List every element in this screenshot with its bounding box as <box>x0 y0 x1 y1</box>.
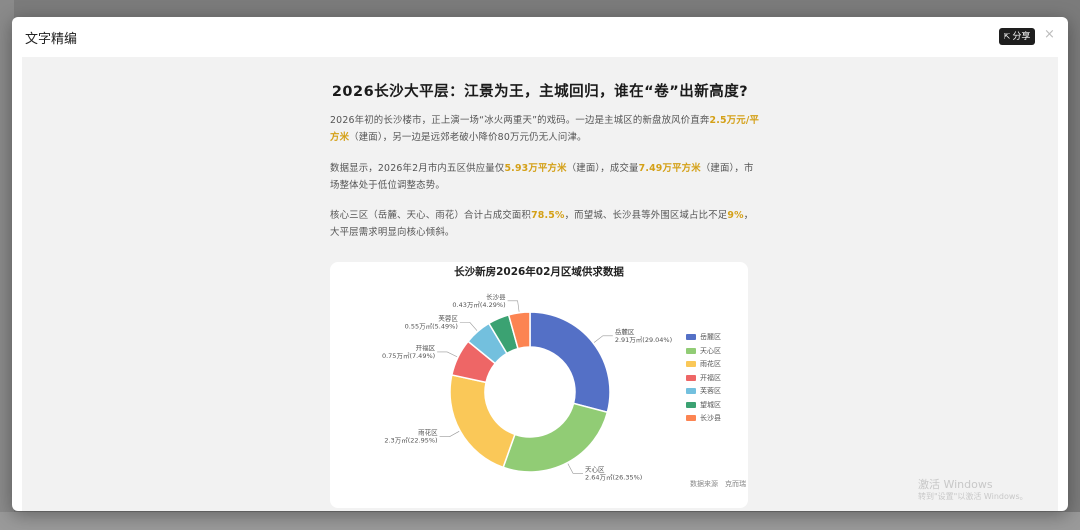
legend-swatch-6 <box>686 401 696 408</box>
p2-text-2: （建面），成交量 <box>566 163 639 174</box>
label-leader-3 <box>439 431 460 437</box>
legend-item-4[interactable]: 开福区 <box>686 373 721 387</box>
background-bottom <box>0 512 1080 530</box>
legend-item-7[interactable]: 长沙县 <box>686 413 721 427</box>
modal-title: 文字精编 <box>25 32 78 47</box>
slice-label-value-1: 2.91万㎡(29.04%) <box>615 335 672 344</box>
label-leader-2 <box>567 463 584 474</box>
p2-highlight-2: 7.49万平方米 <box>638 163 701 174</box>
slice-label-value-4: 0.75万㎡(7.49%) <box>382 351 435 360</box>
legend-swatch-2 <box>686 347 696 354</box>
donut-slice-2[interactable] <box>502 402 609 473</box>
p2-highlight-1: 5.93万平方米 <box>504 163 567 174</box>
share-icon: ⇱ <box>1003 32 1011 41</box>
p1-text-2: （建面），另一边是远郊老破小降价80万元仍无人问津。 <box>349 132 587 143</box>
legend-label-2: 天心区 <box>700 346 721 355</box>
p2-text-1: 数据显示，2026年2月市内五区供应量仅 <box>330 163 505 174</box>
p3-text-1: 核心三区（岳麓、天心、雨花）合计占成交面积 <box>330 210 532 221</box>
legend-label-5: 芙蓉区 <box>700 387 721 395</box>
slice-label-value-2: 2.64万㎡(26.35%) <box>585 472 642 481</box>
chart-brand: 克而瑞 <box>725 480 746 488</box>
windows-activation-hint: 转到"设置"以激活 Windows。 <box>918 492 1028 501</box>
label-leader-7 <box>507 300 520 312</box>
close-button[interactable]: × <box>1044 27 1055 42</box>
donut-slice-1[interactable] <box>529 311 611 414</box>
p1-text-1: 2026年初的长沙楼市，正上演一场“冰火两重天”的戏码。一边是主城区的新盘放风价… <box>330 115 710 126</box>
legend-swatch-1 <box>686 334 696 340</box>
legend-label-3: 雨花区 <box>700 360 721 368</box>
legend-label-4: 开福区 <box>700 373 721 382</box>
chart-source: 数据来源 <box>690 480 718 488</box>
legend-item-5[interactable]: 芙蓉区 <box>686 386 721 400</box>
slice-label-name-3: 雨花区 <box>418 428 438 437</box>
legend-label-1: 岳麓区 <box>700 333 721 341</box>
slice-label-name-1: 岳麓区 <box>615 327 635 336</box>
slice-label-name-7: 长沙县 <box>486 292 506 301</box>
windows-activation-watermark: 激活 Windows <box>918 478 993 491</box>
slice-label-name-5: 芙蓉区 <box>438 313 458 322</box>
legend-swatch-5 <box>686 388 696 394</box>
label-leader-1 <box>593 335 613 343</box>
chart-legend: 岳麓区天心区雨花区开福区芙蓉区望城区长沙县 <box>686 332 721 427</box>
slice-label-value-7: 0.43万㎡(4.29%) <box>452 300 505 309</box>
legend-label-6: 望城区 <box>700 400 721 409</box>
legend-label-7: 长沙县 <box>700 414 721 422</box>
slice-label-value-3: 2.3万㎡(22.95%) <box>384 436 437 445</box>
legend-item-2[interactable]: 天心区 <box>686 346 721 360</box>
share-label: 分享 <box>1012 32 1031 42</box>
p3-text-2: ，而望城、长沙县等外围区域占比不足 <box>564 210 728 221</box>
legend-swatch-3 <box>686 361 696 367</box>
label-leader-5 <box>459 322 478 331</box>
legend-swatch-7 <box>686 415 696 421</box>
p3-highlight-2: 9% <box>727 210 744 221</box>
p3-highlight-1: 78.5% <box>531 210 565 221</box>
article: 2026长沙大平层：江景为王，主城回归，谁在“卷”出新高度? 2026年初的长沙… <box>22 57 1058 511</box>
paragraph-1: 2026年初的长沙楼市，正上演一场“冰火两重天”的戏码。一边是主城区的新盘放风价… <box>330 112 760 146</box>
content-scroll-area[interactable]: 2026长沙大平层：江景为王，主城回归，谁在“卷”出新高度? 2026年初的长沙… <box>22 57 1058 511</box>
legend-item-3[interactable]: 雨花区 <box>686 359 721 373</box>
text-edit-modal: 文字精编 ⇱ 分享 × 2026长沙大平层：江景为王，主城回归，谁在“卷”出新高度… <box>12 17 1068 511</box>
share-button[interactable]: ⇱ 分享 <box>999 28 1035 45</box>
slice-label-name-2: 天心区 <box>585 465 605 473</box>
legend-item-1[interactable]: 岳麓区 <box>686 332 721 346</box>
legend-item-6[interactable]: 望城区 <box>686 400 721 414</box>
chart-card: 长沙新房2026年02月区域供求数据 岳麓区 2.91万㎡(29.04%) 天心区 2… <box>330 262 748 508</box>
paragraph-2: 数据显示，2026年2月市内五区供应量仅5.93万平方米（建面），成交量7.49… <box>330 160 760 194</box>
slice-label-name-4: 开福区 <box>416 343 436 352</box>
donut-slice-3[interactable] <box>449 374 516 469</box>
slice-label-value-5: 0.55万㎡(5.49%) <box>405 321 458 330</box>
article-title: 2026长沙大平层：江景为王，主城回归，谁在“卷”出新高度? <box>331 84 749 100</box>
paragraph-3: 核心三区（岳麓、天心、雨花）合计占成交面积78.5%，而望城、长沙县等外围区域占… <box>330 207 760 241</box>
label-leader-4 <box>437 351 458 358</box>
legend-swatch-4 <box>686 374 696 381</box>
